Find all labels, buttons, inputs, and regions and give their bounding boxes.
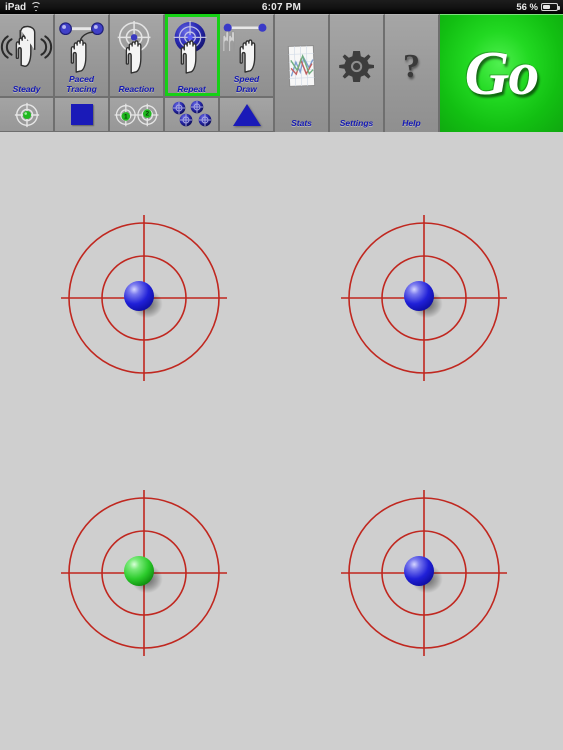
sub-option-single-target[interactable] [0, 98, 55, 131]
sub-option-blue-square[interactable] [55, 98, 110, 131]
target-bottom-left[interactable] [59, 488, 229, 658]
mode-button-paced-tracing[interactable]: Paced Tracing [55, 14, 110, 96]
stats-label: Stats [291, 118, 312, 128]
mode-label-tracing: Tracing [66, 83, 97, 94]
target-number-1: 1 [123, 113, 127, 120]
gear-icon [338, 50, 374, 82]
hand-two-dots-icon [59, 22, 104, 73]
mode-label-draw: Draw [236, 83, 257, 94]
stats-button[interactable]: Stats [275, 14, 330, 132]
battery-percent-label: 56 % [516, 1, 538, 13]
main-toolbar: Steady Paced Tracing Reaction Repeat Spe… [0, 14, 563, 132]
hand-target-icon [117, 20, 151, 74]
target-green-dot-icon [14, 102, 39, 127]
target-top-left[interactable] [59, 213, 229, 383]
mode-button-repeat[interactable]: Repeat [165, 14, 220, 96]
status-bar-right: 56 % [413, 2, 563, 13]
wifi-icon [30, 1, 42, 12]
hand-trail-dots-icon [222, 23, 267, 73]
mode-button-reaction[interactable]: Reaction [110, 14, 165, 96]
exercise-field: Tap Green on GO [0, 132, 563, 750]
status-bar: iPad 6:07 PM 56 % [0, 0, 563, 14]
mode-column: Steady Paced Tracing Reaction Repeat Spe… [0, 14, 275, 131]
sub-option-blue-triangle[interactable] [220, 98, 275, 131]
utility-column: Stats Settings ? Help [275, 14, 440, 132]
hand-blue-target-icon [173, 20, 207, 74]
sub-option-four-targets[interactable] [165, 98, 220, 131]
help-label: Help [402, 118, 421, 128]
settings-button[interactable]: Settings [330, 14, 385, 132]
line-chart-icon [287, 44, 315, 87]
device-name: iPad [5, 1, 27, 13]
mode-button-speed-draw[interactable]: Speed Draw [220, 14, 275, 96]
sub-option-row: 1 2 [0, 96, 275, 131]
mode-label-reaction: Reaction [118, 83, 155, 94]
help-button[interactable]: ? Help [385, 14, 440, 132]
shaking-hand-icon [0, 25, 53, 67]
target-top-right[interactable] [339, 213, 509, 383]
mode-button-steady[interactable]: Steady [0, 14, 55, 96]
status-bar-left: iPad [0, 1, 150, 13]
settings-label: Settings [339, 118, 374, 128]
mode-label-steady: Steady [12, 83, 41, 94]
blue-triangle-icon [232, 103, 261, 126]
blue-square-icon [70, 104, 93, 125]
mode-label-repeat: Repeat [177, 83, 206, 94]
sub-option-two-targets[interactable]: 1 2 [110, 98, 165, 131]
question-mark-icon: ? [403, 47, 420, 85]
app-root: iPad 6:07 PM 56 % Steady Paced Tracing R… [0, 0, 563, 750]
battery-icon [541, 3, 560, 11]
status-bar-clock: 6:07 PM [261, 1, 302, 13]
four-blue-targets-icon [172, 100, 211, 126]
target-bottom-right[interactable] [339, 488, 509, 658]
go-button-label: Go [464, 39, 540, 108]
target-number-2: 2 [145, 110, 149, 117]
mode-button-row: Steady Paced Tracing Reaction Repeat Spe… [0, 14, 275, 96]
go-button[interactable]: Go [440, 14, 563, 132]
two-numbered-targets-icon: 1 2 [114, 103, 158, 126]
